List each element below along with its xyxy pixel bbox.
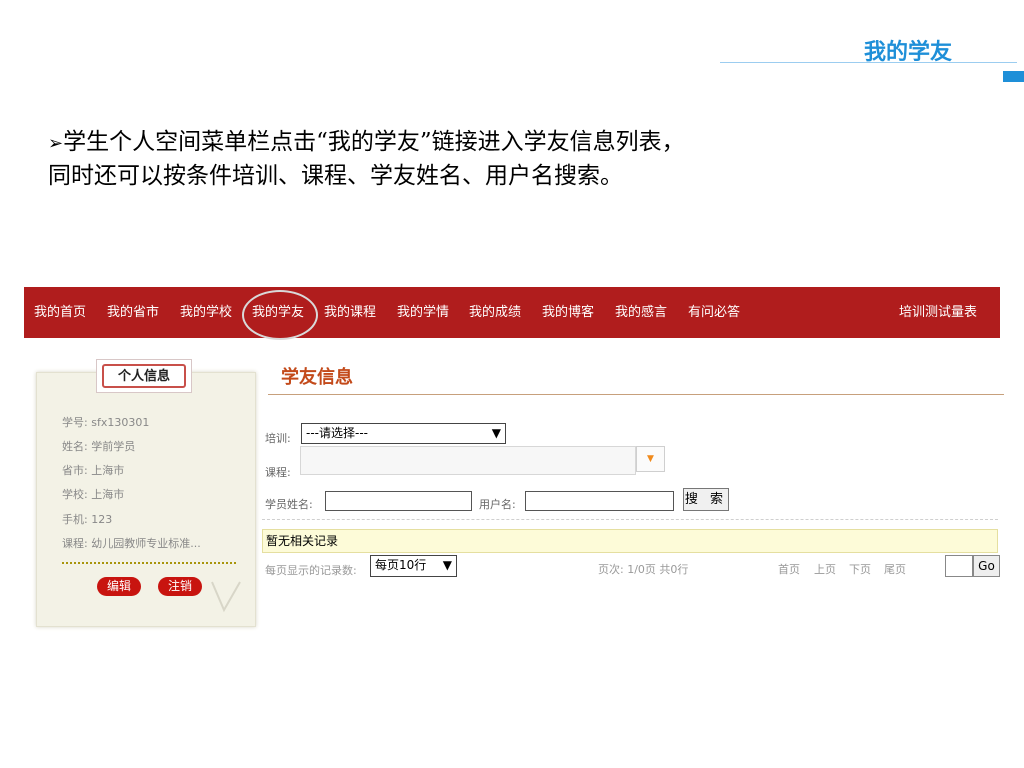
personal-info-title: 个人信息 xyxy=(102,364,186,388)
page-number-input[interactable] xyxy=(945,555,973,577)
chevron-down-icon: ▼ xyxy=(491,426,501,440)
logout-button[interactable]: 注销 xyxy=(158,577,202,596)
info-value: 学前学员 xyxy=(91,440,136,453)
nav-item-grades[interactable]: 我的成绩 xyxy=(469,287,521,338)
info-value: 123 xyxy=(91,513,113,526)
nav-item-study[interactable]: 我的学情 xyxy=(397,287,449,338)
username-input[interactable] xyxy=(525,491,674,511)
info-value: 上海市 xyxy=(91,464,125,477)
info-row-name: 姓名: 学前学员 xyxy=(62,438,135,454)
info-value: 上海市 xyxy=(91,488,125,501)
info-label: 学校: xyxy=(62,488,88,501)
info-value: 幼儿园教师专业标准... xyxy=(91,537,201,550)
form-divider xyxy=(262,519,998,520)
nav-item-home[interactable]: 我的首页 xyxy=(34,287,86,338)
card-divider xyxy=(62,562,236,564)
info-row-course: 课程: 幼儿园教师专业标准... xyxy=(62,535,201,551)
nav-item-training-test[interactable]: 培训测试量表 xyxy=(899,287,977,338)
course-dropdown-button[interactable]: ▼ xyxy=(636,446,665,472)
title-underline xyxy=(720,62,1017,63)
nav-item-school[interactable]: 我的学校 xyxy=(180,287,232,338)
nav-item-reflections[interactable]: 我的感言 xyxy=(615,287,667,338)
card-corner-decoration-icon xyxy=(211,581,241,613)
search-button[interactable]: 搜 索 xyxy=(683,488,729,511)
info-value: sfx130301 xyxy=(91,416,150,429)
info-label: 姓名: xyxy=(62,440,88,453)
chevron-down-icon: ▼ xyxy=(442,558,452,572)
next-page-link[interactable]: 下页 xyxy=(849,561,871,577)
no-record-message: 暂无相关记录 xyxy=(262,529,998,553)
dropdown-arrow-icon: ▼ xyxy=(647,454,654,464)
description-text: 学生个人空间菜单栏点击“我的学友”链接进入学友信息列表，同时还可以按条件培训、课… xyxy=(48,129,685,189)
training-label: 培训: xyxy=(265,432,291,445)
student-name-label: 学员姓名: xyxy=(265,498,313,511)
bullet-arrow-icon: ➢ xyxy=(48,133,64,154)
per-page-label: 每页显示的记录数: xyxy=(265,564,357,577)
edit-button[interactable]: 编辑 xyxy=(97,577,141,596)
go-button[interactable]: Go xyxy=(973,555,1000,577)
section-underline xyxy=(268,394,1004,395)
last-page-link[interactable]: 尾页 xyxy=(884,561,906,577)
slide-description: ➢学生个人空间菜单栏点击“我的学友”链接进入学友信息列表，同时还可以按条件培训、… xyxy=(48,126,698,193)
page-info: 页次: 1/0页 共0行 xyxy=(598,563,689,576)
student-name-input[interactable] xyxy=(325,491,472,511)
info-row-phone: 手机: 123 xyxy=(62,511,112,527)
prev-page-link[interactable]: 上页 xyxy=(814,561,836,577)
nav-item-blog[interactable]: 我的博客 xyxy=(542,287,594,338)
info-row-id: 学号: sfx130301 xyxy=(62,414,149,430)
course-label: 课程: xyxy=(265,466,291,479)
info-row-school: 学校: 上海市 xyxy=(62,486,124,502)
section-title: 学友信息 xyxy=(281,367,353,388)
highlight-circle xyxy=(242,290,318,340)
info-label: 学号: xyxy=(62,416,88,429)
title-accent-bar xyxy=(1003,71,1024,82)
course-combobox[interactable] xyxy=(300,446,636,475)
training-select-value: ---请选择--- xyxy=(306,426,368,440)
top-navbar: 我的首页 我的省市 我的学校 我的学友 我的课程 我的学情 我的成绩 我的博客 … xyxy=(24,287,1000,338)
nav-item-courses[interactable]: 我的课程 xyxy=(324,287,376,338)
training-select[interactable]: ---请选择--- ▼ xyxy=(301,423,506,444)
info-row-province: 省市: 上海市 xyxy=(62,462,124,478)
personal-info-tab: 个人信息 xyxy=(96,359,192,393)
per-page-select[interactable]: 每页10行 ▼ xyxy=(370,555,457,577)
info-label: 课程: xyxy=(62,537,88,550)
info-label: 省市: xyxy=(62,464,88,477)
first-page-link[interactable]: 首页 xyxy=(778,561,800,577)
per-page-value: 每页10行 xyxy=(375,558,427,572)
info-label: 手机: xyxy=(62,513,88,526)
username-label: 用户名: xyxy=(479,498,516,511)
nav-item-qa[interactable]: 有问必答 xyxy=(688,287,740,338)
nav-item-province[interactable]: 我的省市 xyxy=(107,287,159,338)
